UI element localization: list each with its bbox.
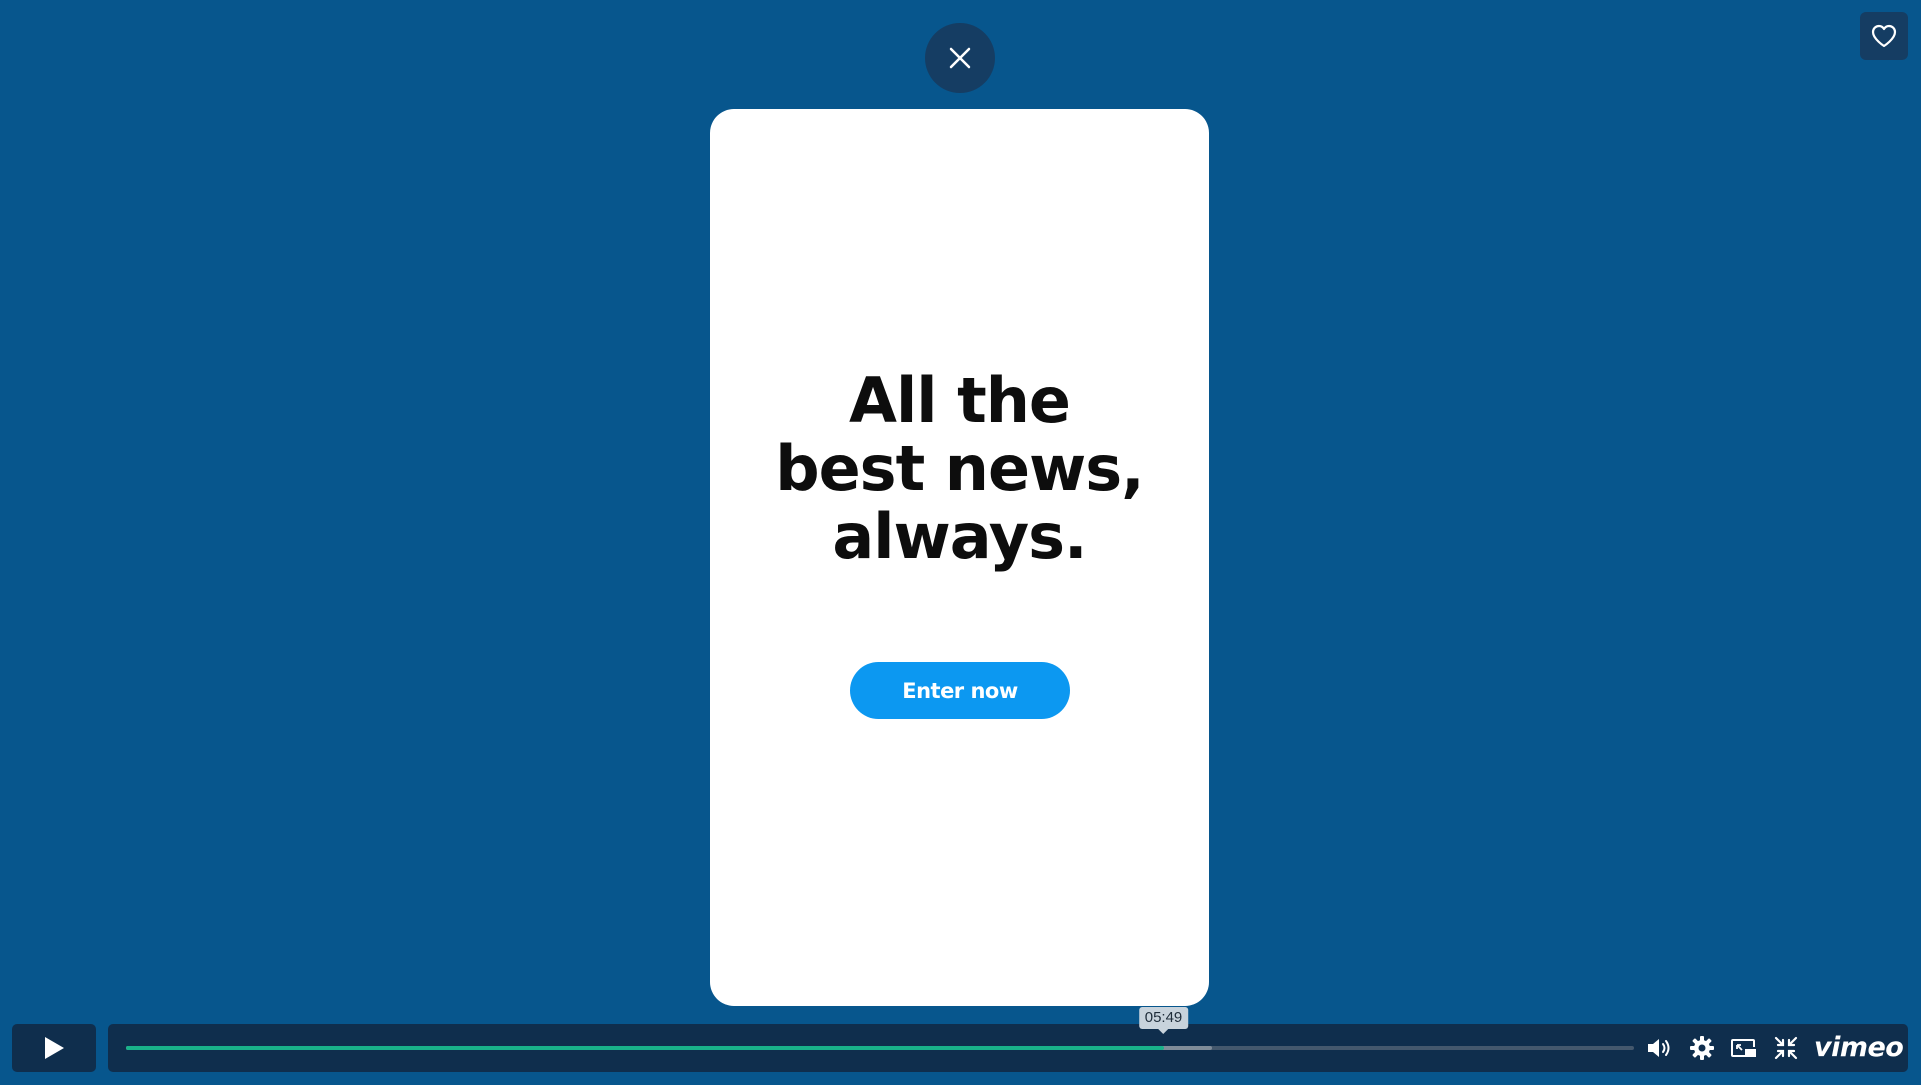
settings-button[interactable] xyxy=(1688,1036,1716,1060)
progress-played xyxy=(126,1046,1164,1050)
picture-in-picture-button[interactable] xyxy=(1730,1036,1758,1060)
promo-card: All the best news, always. Enter now xyxy=(710,109,1209,1006)
headline-line: All the xyxy=(849,364,1071,437)
progress-bar[interactable] xyxy=(126,1044,1634,1052)
volume-button[interactable] xyxy=(1646,1036,1674,1060)
like-button[interactable] xyxy=(1860,12,1908,60)
exit-fullscreen-icon xyxy=(1774,1036,1798,1060)
close-icon xyxy=(949,47,971,69)
play-button[interactable] xyxy=(12,1024,96,1072)
headline-line: best news, xyxy=(775,432,1144,505)
time-tooltip: 05:49 xyxy=(1138,1007,1189,1034)
close-modal-button[interactable] xyxy=(925,23,995,93)
promo-headline: All the best news, always. xyxy=(710,367,1209,571)
heart-icon xyxy=(1871,24,1897,48)
play-icon xyxy=(45,1037,64,1059)
player-controls-bar: vimeo xyxy=(108,1024,1908,1072)
picture-in-picture-icon xyxy=(1731,1039,1756,1057)
vimeo-logo[interactable]: vimeo xyxy=(1814,1032,1904,1064)
enter-now-button[interactable]: Enter now xyxy=(850,662,1070,719)
exit-fullscreen-button[interactable] xyxy=(1772,1036,1800,1060)
volume-icon xyxy=(1648,1039,1670,1057)
settings-icon xyxy=(1690,1036,1714,1060)
headline-line: always. xyxy=(832,500,1087,573)
